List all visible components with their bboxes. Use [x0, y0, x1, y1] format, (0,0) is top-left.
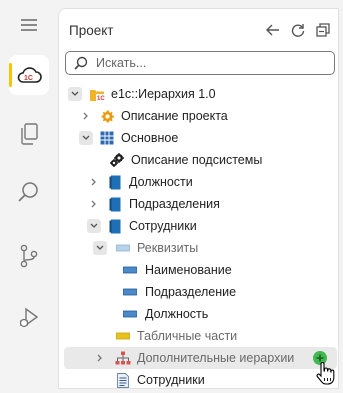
tree-item-label: Основное	[121, 131, 179, 145]
refresh-icon[interactable]	[288, 20, 308, 40]
catalog-icon	[107, 174, 123, 190]
svg-text:1C: 1C	[97, 96, 105, 102]
hamburger-icon[interactable]	[9, 10, 49, 40]
tree-item-label: Реквизиты	[137, 241, 199, 255]
chevron-down-icon[interactable]	[87, 219, 101, 233]
document-icon	[115, 372, 131, 388]
hand-cursor-icon	[315, 361, 335, 385]
tree-item-attr-position[interactable]: Должность	[59, 303, 338, 325]
search-box[interactable]	[65, 51, 335, 75]
tree-item-label: Описание проекта	[121, 109, 228, 123]
tree-item-employees[interactable]: Сотрудники	[59, 215, 338, 237]
gear-icon	[99, 108, 115, 124]
chevron-right-icon[interactable]	[79, 109, 93, 123]
tree-item-label: Описание подсистемы	[131, 153, 263, 167]
chevron-right-icon[interactable]	[87, 197, 101, 211]
files-icon[interactable]	[9, 114, 49, 154]
search-icon[interactable]	[9, 172, 49, 212]
attribute-icon	[122, 262, 138, 278]
tree-item-attr-name[interactable]: Наименование	[59, 259, 338, 281]
chevron-right-icon[interactable]	[93, 351, 107, 365]
tree-item-root[interactable]: 1C e1c::Иерархия 1.0	[59, 83, 338, 105]
tree-item-label: Наименование	[145, 263, 232, 277]
tree-item-main[interactable]: Основное	[59, 127, 338, 149]
tree-item-attr-department[interactable]: Подразделение	[59, 281, 338, 303]
1c-logo-icon[interactable]: 1C	[9, 55, 49, 95]
tree-item-positions[interactable]: Должности	[59, 171, 338, 193]
source-control-icon[interactable]	[9, 236, 49, 276]
chevron-right-icon[interactable]	[87, 175, 101, 189]
tree-item-label: Сотрудники	[137, 373, 205, 387]
subsystem-icon	[99, 130, 115, 146]
tabular-section-icon	[115, 328, 131, 344]
tree-item-employees-document[interactable]: Сотрудники	[59, 369, 338, 388]
attributes-folder-icon	[115, 240, 131, 256]
catalog-icon	[107, 196, 123, 212]
catalog-icon	[107, 218, 123, 234]
tree-item-project-description[interactable]: Описание проекта	[59, 105, 338, 127]
tree-item-label: Табличные части	[137, 329, 238, 343]
tree-item-additional-hierarchies[interactable]: Дополнительные иерархии	[64, 347, 337, 369]
chevron-down-icon[interactable]	[93, 241, 107, 255]
search-icon	[74, 56, 88, 70]
svg-text:1C: 1C	[24, 75, 33, 82]
gears-icon	[109, 152, 125, 168]
tree-item-tabular-parts[interactable]: Табличные части	[59, 325, 338, 347]
tree-item-label: Подразделения	[129, 197, 220, 211]
hierarchy-icon	[115, 350, 131, 366]
run-debug-icon[interactable]	[9, 298, 49, 338]
tree-item-attributes[interactable]: Реквизиты	[59, 237, 338, 259]
attribute-icon	[122, 306, 138, 322]
tree-item-label: Должность	[145, 307, 209, 321]
tree-item-label: e1c::Иерархия 1.0	[111, 87, 216, 101]
tree-item-departments[interactable]: Подразделения	[59, 193, 338, 215]
tree-item-label: Сотрудники	[129, 219, 197, 233]
attribute-icon	[122, 284, 138, 300]
project-panel: Проект 1C e1c::Иерархия 1.0 Описание про…	[58, 8, 339, 389]
chevron-down-icon[interactable]	[79, 131, 93, 145]
tree-item-label: Подразделение	[145, 285, 237, 299]
chevron-down-icon[interactable]	[68, 87, 82, 101]
panel-title: Проект	[69, 23, 114, 38]
tree-item-label: Должности	[129, 175, 193, 189]
search-input[interactable]	[94, 55, 324, 71]
activity-bar: 1C	[0, 0, 58, 393]
back-arrow-icon[interactable]	[263, 20, 283, 40]
project-folder-icon: 1C	[89, 86, 105, 102]
tree-item-subsystem-description[interactable]: Описание подсистемы	[59, 149, 338, 171]
collapse-all-icon[interactable]	[313, 20, 333, 40]
tree-item-label: Дополнительные иерархии	[137, 351, 295, 365]
active-indicator	[9, 63, 12, 87]
